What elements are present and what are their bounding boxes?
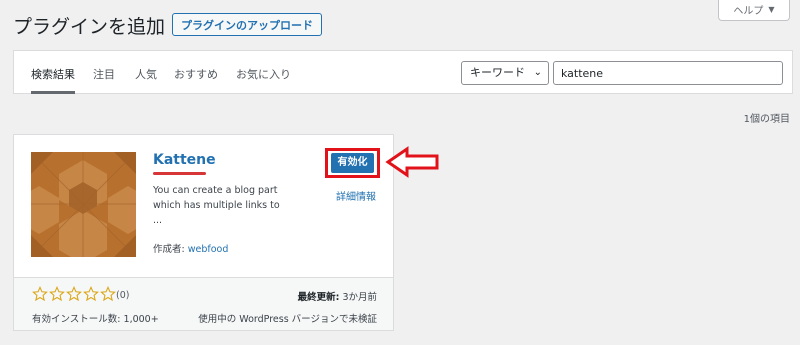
current-tab-indicator [31, 91, 75, 94]
page-title: プラグインを追加 [13, 16, 166, 38]
caret-down-icon: ▼ [768, 5, 775, 14]
star-empty-icon [32, 286, 48, 302]
activate-button[interactable]: 有効化 [331, 153, 374, 173]
tab-search-results[interactable]: 検索結果 [31, 66, 75, 82]
star-empty-icon [66, 286, 82, 302]
filter-bar: 検索結果 注目 人気 おすすめ お気に入り キーワード ⌄ [13, 50, 793, 94]
activate-highlight-box: 有効化 [325, 148, 380, 178]
help-tab-label: ヘルプ [733, 6, 764, 17]
chevron-down-icon: ⌄ [533, 67, 542, 78]
result-count: 1個の項目 [743, 114, 790, 125]
plugin-card: Kattene You can create a blog part which… [13, 134, 394, 331]
search-type-select[interactable]: キーワード ⌄ [461, 61, 549, 85]
tab-featured[interactable]: 注目 [93, 66, 115, 82]
plugin-author: 作成者: webfood [153, 241, 228, 255]
plugin-card-bottom: (0) 最終更新: 3か月前 有効インストール数: 1,000+ 使用中の Wo… [14, 277, 393, 330]
author-link[interactable]: webfood [188, 244, 229, 255]
plugin-description-text: You can create a blog part which has mul… [153, 185, 280, 211]
more-details-link[interactable]: 詳細情報 [336, 188, 376, 203]
active-installs: 有効インストール数: 1,000+ [32, 314, 159, 325]
author-label: 作成者: [153, 244, 185, 255]
upload-plugin-button[interactable]: プラグインのアップロード [172, 13, 322, 36]
tab-popular[interactable]: 人気 [135, 66, 157, 82]
compatibility-note: 使用中の WordPress バージョンで未検証 [198, 314, 377, 325]
plugin-card-top: Kattene You can create a blog part which… [14, 135, 393, 277]
tab-recommended[interactable]: おすすめ [174, 66, 218, 82]
star-empty-icon [83, 286, 99, 302]
search-type-value: キーワード [470, 66, 525, 79]
last-updated-value: 3か月前 [342, 292, 377, 303]
plugin-icon[interactable] [31, 152, 136, 257]
red-arrow-annotation [385, 146, 439, 178]
plugin-description-ellipsis: ... [153, 215, 163, 226]
tab-favorites[interactable]: お気に入り [236, 66, 291, 82]
plugin-description: You can create a blog part which has mul… [153, 183, 288, 228]
red-underline-annotation [153, 172, 206, 175]
star-rating [32, 286, 116, 302]
last-updated-label: 最終更新: [297, 292, 340, 303]
last-updated: 最終更新: 3か月前 [298, 289, 377, 303]
help-tab-button[interactable]: ヘルプ ▼ [718, 0, 790, 21]
star-empty-icon [100, 286, 116, 302]
rating-count: (0) [116, 290, 130, 301]
plugin-name-link[interactable]: Kattene [153, 152, 216, 168]
star-empty-icon [49, 286, 65, 302]
search-input[interactable] [553, 61, 783, 85]
